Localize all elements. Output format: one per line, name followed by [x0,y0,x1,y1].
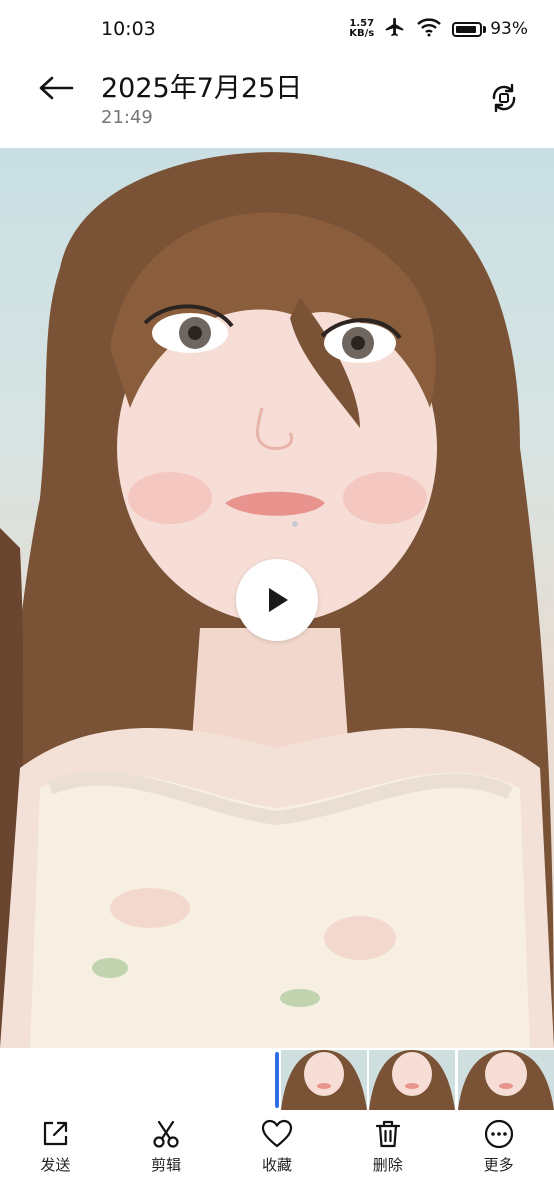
page-subtitle-time: 21:49 [101,107,153,128]
rotate-button[interactable] [484,78,524,118]
more-icon [483,1118,515,1150]
network-speed: 1.57 KB/s [349,18,375,39]
rotate-icon [492,83,516,113]
trash-icon [372,1118,404,1150]
send-button[interactable]: 发送 [10,1118,100,1175]
send-label: 发送 [40,1156,71,1174]
favorite-label: 收藏 [261,1156,292,1174]
current-position-indicator [275,1052,279,1108]
back-button[interactable] [34,68,78,108]
video-preview-image[interactable] [0,148,554,1048]
status-bar: 10:03 1.57 KB/s 93% [0,0,554,58]
delete-label: 删除 [372,1156,403,1174]
airplane-mode-icon [384,16,406,43]
thumbnail[interactable] [369,1050,455,1110]
page-title: 2025年7月25日 [101,73,303,104]
edit-button[interactable]: 剪辑 [121,1118,211,1175]
wifi-icon [416,17,442,42]
heart-icon [261,1118,293,1150]
share-icon [39,1118,71,1150]
favorite-button[interactable]: 收藏 [232,1118,322,1175]
battery-percent: 93% [490,19,528,39]
arrow-left-icon [39,76,74,100]
more-button[interactable]: 更多 [454,1118,544,1175]
battery: 93% [452,19,528,39]
edit-label: 剪辑 [151,1156,182,1174]
more-label: 更多 [483,1156,514,1174]
status-icons: 1.57 KB/s 93% [349,16,528,43]
bottom-toolbar: 发送 剪辑 收藏 删除 更多 [0,1110,554,1200]
thumbnail-strip[interactable] [0,1048,554,1110]
play-button[interactable] [236,559,318,641]
thumbnail[interactable] [281,1050,367,1110]
viewer-header: 2025年7月25日 21:49 [0,58,554,148]
play-icon [269,588,288,612]
battery-icon [452,21,483,37]
delete-button[interactable]: 删除 [343,1118,433,1175]
scissors-icon [150,1118,182,1150]
thumbnail[interactable] [458,1050,554,1110]
status-time: 10:03 [101,18,156,40]
